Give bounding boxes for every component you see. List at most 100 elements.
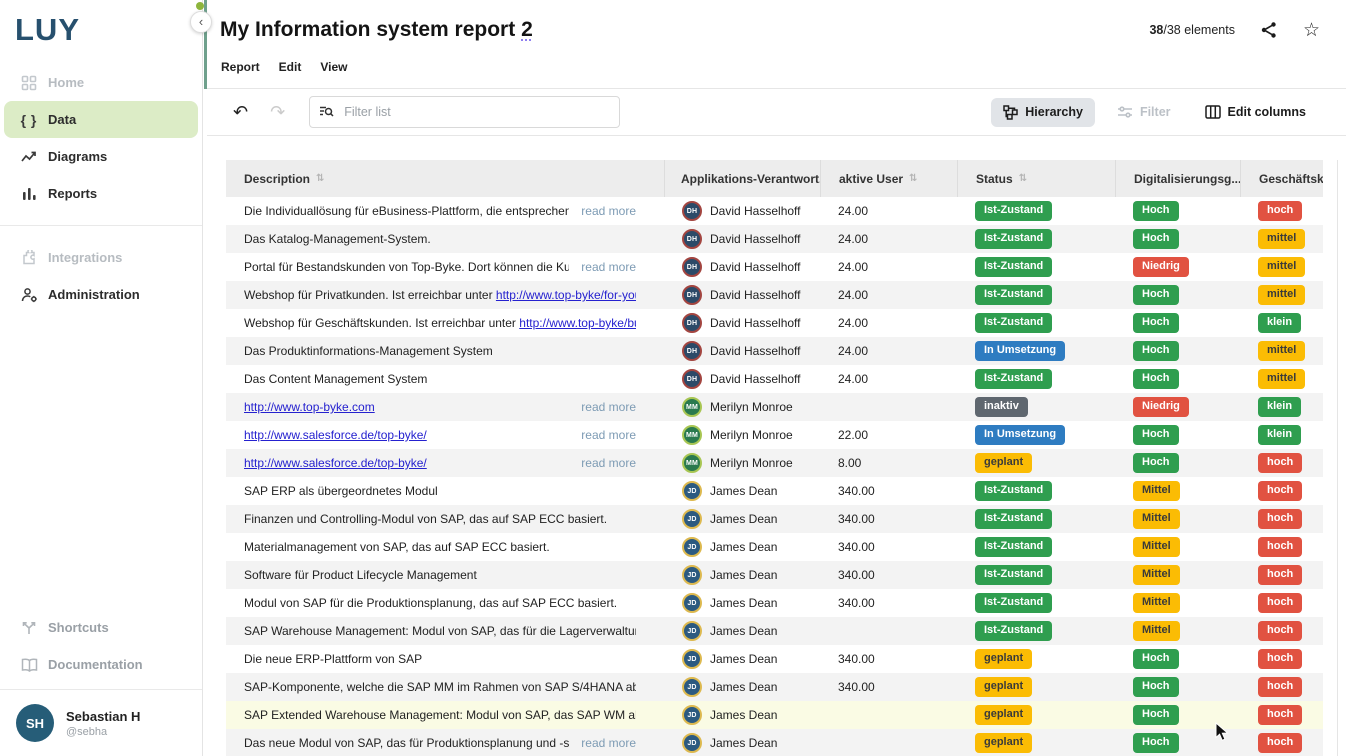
table-row[interactable]: Das neue Modul von SAP, das für Produkti… bbox=[226, 729, 1323, 756]
status-badge: Ist-Zustand bbox=[975, 593, 1052, 613]
read-more-link[interactable]: read more bbox=[581, 260, 636, 274]
favorite-button[interactable]: ☆ bbox=[1303, 21, 1320, 40]
sidebar-item-diagrams[interactable]: Diagrams bbox=[4, 138, 198, 175]
cell-geschaeftskritikalitaet: klein bbox=[1240, 421, 1323, 449]
table-row[interactable]: Das Content Management SystemDHDavid Has… bbox=[226, 365, 1323, 393]
sidebar-item-reports[interactable]: Reports bbox=[4, 175, 198, 212]
cell-geschaeftskritikalitaet: hoch bbox=[1240, 589, 1323, 617]
column-header-description[interactable]: Description⇅ bbox=[226, 160, 664, 197]
digitalisierungsgrad-badge: Hoch bbox=[1133, 313, 1179, 333]
sort-icon[interactable]: ⇅ bbox=[316, 173, 324, 184]
description-link[interactable]: http://www.top-byke.com bbox=[244, 400, 375, 414]
table-row[interactable]: http://www.top-byke.comread moreMMMerily… bbox=[226, 393, 1323, 421]
table-row[interactable]: http://www.salesforce.de/top-byke/read m… bbox=[226, 421, 1323, 449]
digitalisierungsgrad-badge: Hoch bbox=[1133, 649, 1179, 669]
cell-digitalisierungsgrad: Niedrig bbox=[1115, 253, 1240, 281]
cell-geschaeftskritikalitaet: hoch bbox=[1240, 477, 1323, 505]
menu-view[interactable]: View bbox=[320, 60, 347, 74]
geschaeftskritikalitaet-badge: hoch bbox=[1258, 705, 1302, 725]
geschaeftskritikalitaet-badge: klein bbox=[1258, 425, 1301, 445]
home-grid-icon bbox=[10, 75, 48, 91]
description-link[interactable]: http://www.salesforce.de/top-byke/ bbox=[244, 456, 427, 470]
owner-name: James Dean bbox=[710, 484, 777, 498]
filter-button[interactable]: Filter bbox=[1105, 98, 1183, 126]
table-row[interactable]: Das Produktinformations-Management Syste… bbox=[226, 337, 1323, 365]
owner-avatar: JD bbox=[682, 649, 702, 669]
description-text: Das Katalog-Management-System. bbox=[244, 232, 431, 246]
menu-edit[interactable]: Edit bbox=[279, 60, 302, 74]
cell-geschaeftskritikalitaet: hoch bbox=[1240, 729, 1323, 756]
table-row[interactable]: Webshop für Privatkunden. Ist erreichbar… bbox=[226, 281, 1323, 309]
description-content: http://www.top-byke.com bbox=[244, 400, 569, 414]
table-row[interactable]: SAP-Komponente, welche die SAP MM im Rah… bbox=[226, 673, 1323, 701]
read-more-link[interactable]: read more bbox=[581, 204, 636, 218]
hierarchy-toggle-button[interactable]: Hierarchy bbox=[991, 98, 1095, 127]
menu-report[interactable]: Report bbox=[221, 60, 260, 74]
column-header-digitalisierungsgrad[interactable]: Digitalisierungsg...⇅ bbox=[1115, 160, 1240, 197]
cell-geschaeftskritikalitaet: hoch bbox=[1240, 673, 1323, 701]
read-more-link[interactable]: read more bbox=[581, 736, 636, 750]
table-row[interactable]: Software für Product Lifecycle Managemen… bbox=[226, 561, 1323, 589]
table-row[interactable]: Das Katalog-Management-System.DHDavid Ha… bbox=[226, 225, 1323, 253]
cell-status: Ist-Zustand bbox=[957, 617, 1115, 645]
share-button[interactable] bbox=[1260, 21, 1278, 39]
column-header-status[interactable]: Status⇅ bbox=[957, 160, 1115, 197]
description-text: SAP Warehouse Management: Modul von SAP,… bbox=[244, 624, 636, 638]
description-content: Webshop für Geschäftskunden. Ist erreich… bbox=[244, 316, 636, 330]
read-more-link[interactable]: read more bbox=[581, 456, 636, 470]
cell-aktive-user: 8.00 bbox=[820, 449, 957, 477]
sidebar-item-administration[interactable]: Administration bbox=[4, 276, 198, 313]
owner-avatar: JD bbox=[682, 733, 702, 753]
owner-name: James Dean bbox=[710, 596, 777, 610]
status-badge: geplant bbox=[975, 705, 1032, 725]
cell-description: http://www.salesforce.de/top-byke/read m… bbox=[226, 449, 664, 477]
owner-name: James Dean bbox=[710, 736, 777, 750]
page-title[interactable]: My Information system report 2 bbox=[220, 18, 533, 42]
elements-count: 38/38 elements bbox=[1149, 23, 1234, 37]
sort-icon[interactable]: ⇅ bbox=[909, 173, 917, 184]
owner-avatar: JD bbox=[682, 593, 702, 613]
user-profile[interactable]: SH Sebastian H @sebha bbox=[0, 689, 202, 756]
undo-button[interactable]: ↶ bbox=[227, 101, 254, 123]
table-row[interactable]: SAP Warehouse Management: Modul von SAP,… bbox=[226, 617, 1323, 645]
cell-status: inaktiv bbox=[957, 393, 1115, 421]
cell-geschaeftskritikalitaet: hoch bbox=[1240, 197, 1323, 225]
sidebar-item-documentation[interactable]: Documentation bbox=[4, 646, 198, 683]
vertical-scrollbar[interactable] bbox=[1337, 160, 1345, 756]
table-row[interactable]: Portal für Bestandskunden von Top-Byke. … bbox=[226, 253, 1323, 281]
table-row[interactable]: Materialmanagement von SAP, das auf SAP … bbox=[226, 533, 1323, 561]
cell-description: Modul von SAP für die Produktionsplanung… bbox=[226, 589, 664, 617]
read-more-link[interactable]: read more bbox=[581, 400, 636, 414]
column-header-geschaeftskritikalitaet[interactable]: Geschäftskritik bbox=[1240, 160, 1323, 197]
sidebar-item-data[interactable]: { } Data bbox=[4, 101, 198, 138]
description-link[interactable]: http://www.top-byke/business/ bbox=[519, 316, 636, 330]
table-row[interactable]: Die Individuallösung für eBusiness-Platt… bbox=[226, 197, 1323, 225]
table-row[interactable]: Webshop für Geschäftskunden. Ist erreich… bbox=[226, 309, 1323, 337]
sidebar-item-shortcuts[interactable]: Shortcuts bbox=[4, 609, 198, 646]
table-row[interactable]: SAP Extended Warehouse Management: Modul… bbox=[226, 701, 1323, 729]
column-header-verantwortlicher[interactable]: Applikations-Verantwort...⇅ bbox=[664, 160, 820, 197]
description-text: SAP-Komponente, welche die SAP MM im Rah… bbox=[244, 680, 636, 694]
sidebar-collapse-button[interactable]: ‹ bbox=[190, 11, 212, 33]
redo-button[interactable]: ↷ bbox=[264, 101, 291, 123]
sidebar-item-home[interactable]: Home bbox=[4, 64, 198, 101]
description-link[interactable]: http://www.salesforce.de/top-byke/ bbox=[244, 428, 427, 442]
table-row[interactable]: Finanzen und Controlling-Modul von SAP, … bbox=[226, 505, 1323, 533]
read-more-link[interactable]: read more bbox=[581, 428, 636, 442]
column-header-aktive-user[interactable]: aktive User⇅ bbox=[820, 160, 957, 197]
description-text: SAP ERP als übergeordnetes Modul bbox=[244, 484, 438, 498]
owner-name: James Dean bbox=[710, 540, 777, 554]
owner-name: James Dean bbox=[710, 680, 777, 694]
cell-status: Ist-Zustand bbox=[957, 477, 1115, 505]
table-row[interactable]: Die neue ERP-Plattform von SAPJDJames De… bbox=[226, 645, 1323, 673]
table-row[interactable]: http://www.salesforce.de/top-byke/read m… bbox=[226, 449, 1323, 477]
luy-logo-dot-icon bbox=[196, 2, 204, 10]
table-row[interactable]: Modul von SAP für die Produktionsplanung… bbox=[226, 589, 1323, 617]
owner-name: James Dean bbox=[710, 652, 777, 666]
filter-list-input[interactable] bbox=[309, 96, 620, 128]
description-link[interactable]: http://www.top-byke/for-you/ bbox=[496, 288, 636, 302]
sidebar-item-integrations[interactable]: Integrations bbox=[4, 239, 198, 276]
table-row[interactable]: SAP ERP als übergeordnetes ModulJDJames … bbox=[226, 477, 1323, 505]
sort-icon[interactable]: ⇅ bbox=[1019, 173, 1027, 184]
edit-columns-button[interactable]: Edit columns bbox=[1193, 98, 1318, 126]
